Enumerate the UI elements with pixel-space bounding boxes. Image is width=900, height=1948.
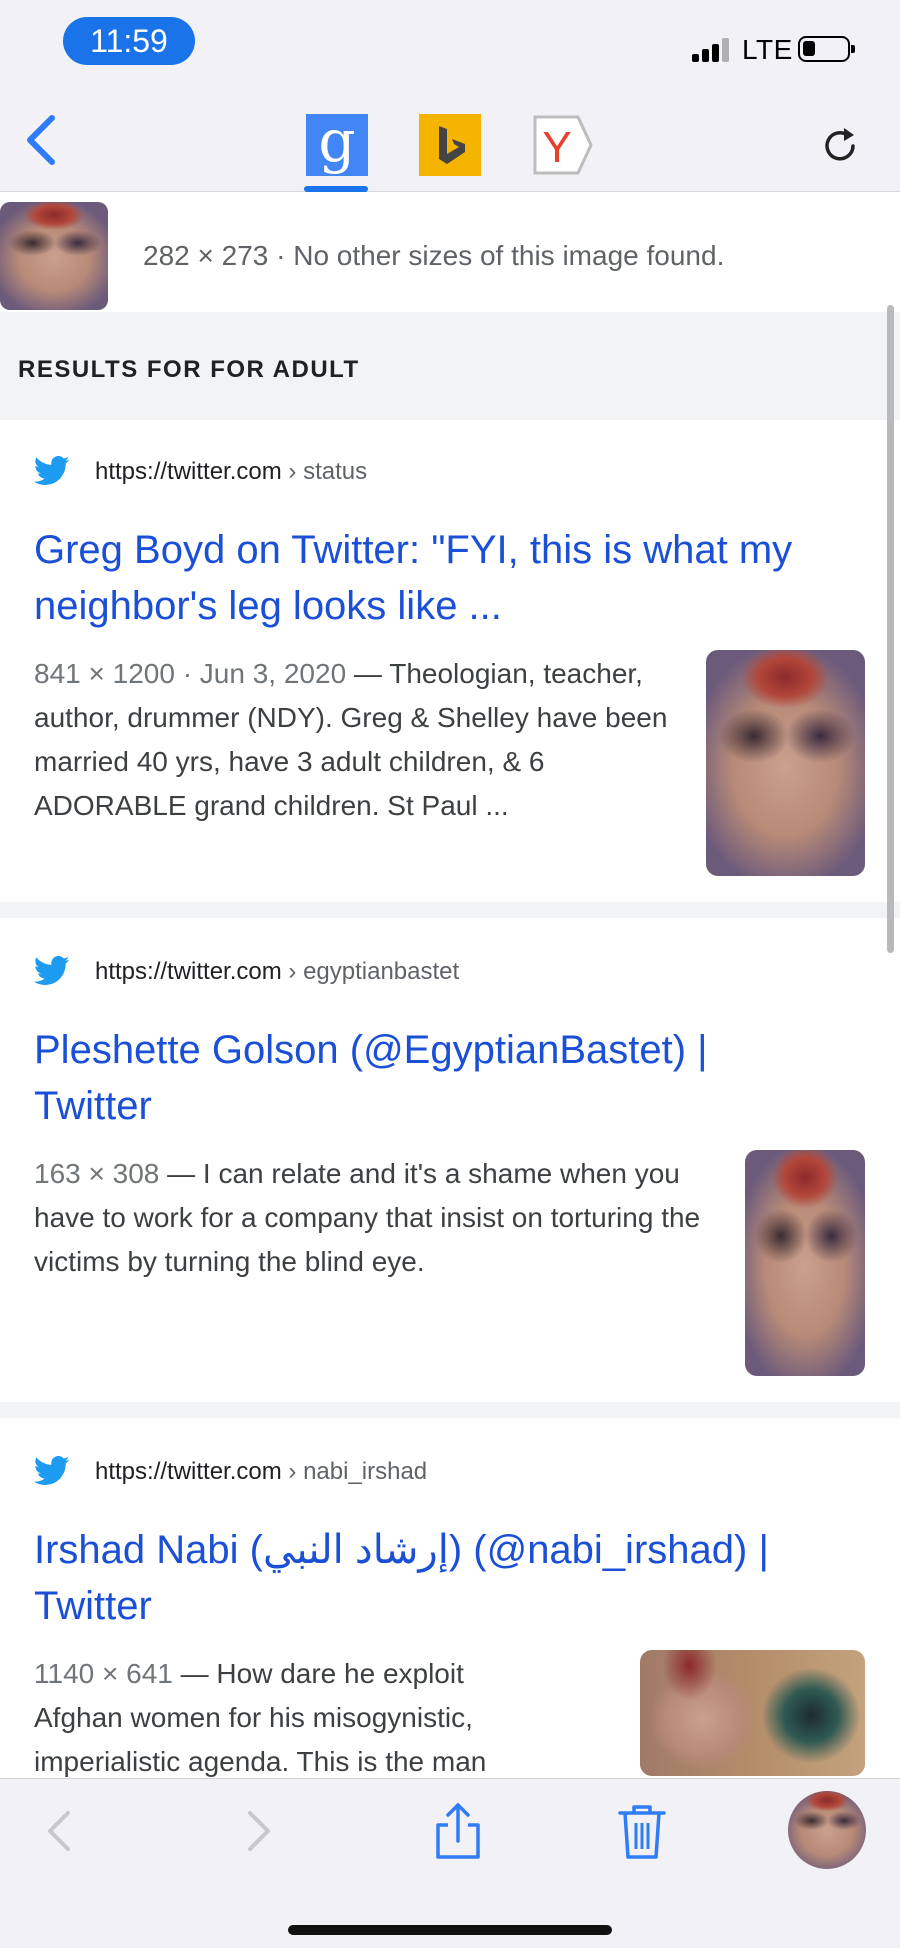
searched-image-avatar[interactable] [788,1791,866,1869]
result-site: https://twitter.com [95,1458,282,1485]
result-thumbnail[interactable] [640,1650,865,1776]
result-title-link[interactable]: Irshad Nabi (إرشاد النبي) (@nabi_irshad)… [34,1522,834,1634]
result-meta: 163 × 308 [34,1158,160,1189]
result-separator [0,1402,900,1418]
result-thumbnail[interactable] [706,650,865,876]
reload-icon[interactable] [820,126,860,166]
image-size-info: 282 × 273 · No other sizes of this image… [143,240,725,271]
result-dash: — [346,658,390,689]
results-section-header: RESULTS FOR FOR ADULT [0,312,900,420]
network-type: LTE [742,34,793,65]
result-url[interactable]: https://twitter.com › nabi_irshad [95,1458,427,1486]
result-site: https://twitter.com [95,958,282,985]
share-icon[interactable] [428,1801,488,1861]
back-chevron-icon[interactable] [22,110,62,170]
result-separator [0,902,900,918]
result-snippet: 163 × 308 — I can relate and it's a sham… [34,1152,704,1284]
status-bar: 11:59 LTE [0,0,900,88]
trash-icon[interactable] [612,1801,672,1861]
result-site: https://twitter.com [95,458,282,485]
result-breadcrumb: › status [281,458,368,485]
twitter-bird-icon [34,1456,70,1485]
result-item[interactable]: https://twitter.com › nabi_irshad Irshad… [0,1418,900,1778]
history-forward-icon[interactable] [228,1801,288,1861]
result-item[interactable]: https://twitter.com › status Greg Boyd o… [0,420,900,902]
twitter-bird-icon [34,456,70,485]
history-back-icon[interactable] [30,1801,90,1861]
battery-icon [798,36,855,62]
result-title-link[interactable]: Pleshette Golson (@EgyptianBastet) | Twi… [34,1022,834,1134]
result-item[interactable]: https://twitter.com › egyptianbastet Ple… [0,918,900,1402]
query-image-info: 282 × 273 · No other sizes of this image… [0,202,900,312]
selected-engine-indicator [304,186,368,192]
query-image-thumbnail[interactable] [0,202,108,310]
result-snippet: 841 × 1200 · Jun 3, 2020 — Theologian, t… [34,652,684,828]
result-snippet: 1140 × 641 — How dare he exploit Afghan … [34,1652,554,1778]
engine-toolbar: g Y [0,88,900,192]
signal-strength-icon [692,38,732,62]
yandex-engine-icon[interactable]: Y [532,114,594,176]
page-scrollbar[interactable] [887,305,894,953]
result-dash: — [159,1158,203,1189]
app-root: 11:59 LTE g Y 282 × 273 · No other sizes… [0,0,900,1948]
result-dash: — [172,1658,217,1689]
home-indicator[interactable] [288,1925,612,1935]
result-breadcrumb: › nabi_irshad [281,1458,428,1485]
twitter-bird-icon [34,956,70,985]
result-breadcrumb: › egyptianbastet [281,958,460,985]
google-engine-icon[interactable]: g [306,112,368,176]
result-thumbnail[interactable] [745,1150,865,1376]
bottom-toolbar [0,1778,900,1948]
results-heading: RESULTS FOR FOR ADULT [18,356,360,383]
result-url[interactable]: https://twitter.com › egyptianbastet [95,958,459,986]
result-meta: 1140 × 641 [34,1658,173,1689]
status-time[interactable]: 11:59 [63,17,195,65]
result-meta: 841 × 1200 · Jun 3, 2020 [34,658,347,689]
yandex-glyph: Y [542,123,571,172]
result-title-link[interactable]: Greg Boyd on Twitter: "FYI, this is what… [34,522,834,634]
result-url[interactable]: https://twitter.com › status [95,458,367,486]
bing-engine-icon[interactable] [419,114,481,176]
